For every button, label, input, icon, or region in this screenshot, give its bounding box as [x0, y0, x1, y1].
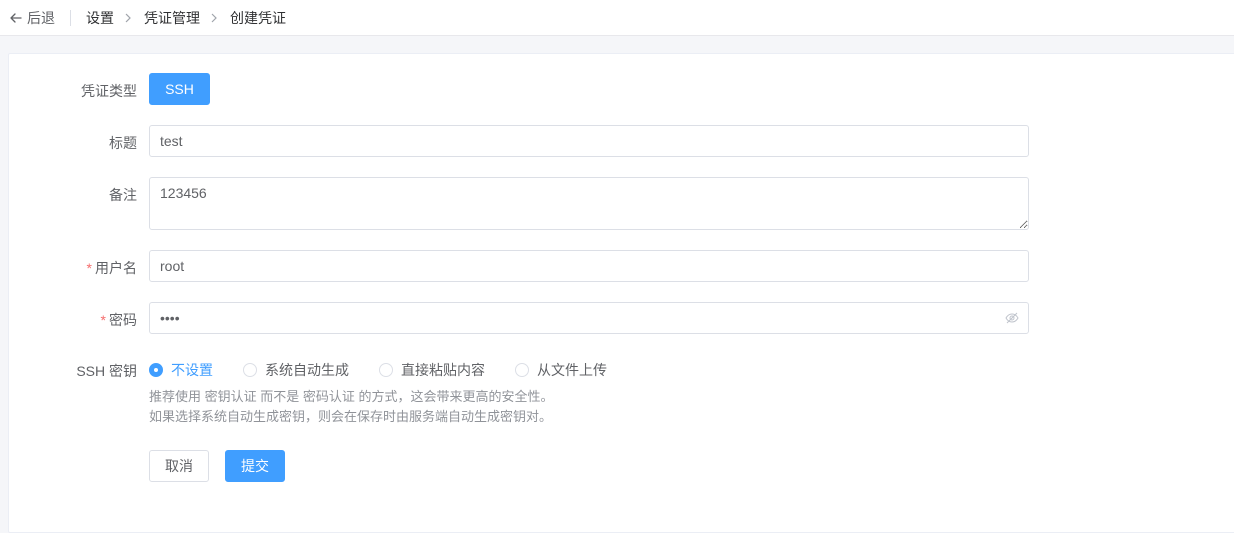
- divider: [70, 9, 71, 26]
- hint-line: 推荐使用 密钥认证 而不是 密码认证 的方式，这会带来更高的安全性。: [149, 389, 554, 404]
- radio-label: 系统自动生成: [265, 362, 349, 378]
- username-label-wrap: * 用户名: [9, 258, 137, 278]
- form-card: 凭证类型 SSH 标题 备注 123456 *用户名 *密码: [8, 53, 1234, 533]
- type-label: 凭证类型: [81, 83, 137, 99]
- password-field: [149, 302, 1029, 334]
- title-input[interactable]: [149, 125, 1029, 157]
- type-ssh-button[interactable]: SSH: [149, 73, 210, 105]
- back-button[interactable]: 后退: [9, 8, 55, 28]
- form-row-remark: 备注 123456: [9, 177, 1109, 230]
- breadcrumb-item-settings[interactable]: 设置: [86, 8, 114, 28]
- radio-dot: [379, 363, 393, 377]
- cancel-button[interactable]: 取消: [149, 450, 209, 482]
- username-label: 用户名: [95, 260, 137, 276]
- form-row-username: * 用户名: [9, 250, 1109, 282]
- radio-auto-generate[interactable]: 系统自动生成: [243, 360, 349, 380]
- username-input[interactable]: [149, 250, 1029, 282]
- required-mark: *: [86, 260, 92, 276]
- eye-off-icon[interactable]: [1005, 311, 1019, 325]
- radio-label: 不设置: [171, 362, 213, 378]
- form-actions: 取消 提交: [149, 450, 349, 482]
- ssh-key-hint: 推荐使用 密钥认证 而不是 密码认证 的方式，这会带来更高的安全性。 如果选择系…: [149, 387, 553, 427]
- password-label: 密码: [109, 312, 137, 328]
- radio-dot: [243, 363, 257, 377]
- radio-paste-content[interactable]: 直接粘贴内容: [379, 360, 485, 380]
- hint-line: 如果选择系统自动生成密钥，则会在保存时由服务端自动生成密钥对。: [149, 409, 553, 424]
- breadcrumb-item-credentials[interactable]: 凭证管理: [144, 8, 200, 28]
- chevron-right-icon: [208, 11, 222, 25]
- password-label-wrap: * 密码: [9, 310, 137, 330]
- radio-label: 直接粘贴内容: [401, 362, 485, 378]
- radio-not-set[interactable]: 不设置: [149, 360, 213, 380]
- form-row-type: 凭证类型 SSH: [9, 73, 1109, 107]
- ssh-key-radio-group: 不设置 系统自动生成 直接粘贴内容 从文件上传: [149, 360, 637, 380]
- radio-upload-file[interactable]: 从文件上传: [515, 360, 607, 380]
- form-row-password: * 密码: [9, 302, 1109, 334]
- password-input[interactable]: [149, 302, 1029, 334]
- radio-dot: [515, 363, 529, 377]
- back-label: 后退: [27, 9, 55, 26]
- radio-label: 从文件上传: [537, 362, 607, 378]
- breadcrumb-item-create: 创建凭证: [230, 9, 286, 26]
- arrow-left-icon: [10, 12, 22, 23]
- breadcrumb: 设置 凭证管理 创建凭证: [86, 8, 286, 28]
- required-mark: *: [100, 312, 106, 328]
- top-bar: 后退 设置 凭证管理 创建凭证: [0, 0, 1234, 36]
- submit-button[interactable]: 提交: [225, 450, 285, 482]
- ssh-key-label: SSH 密钥: [76, 363, 137, 379]
- title-label: 标题: [109, 135, 137, 151]
- radio-dot: [149, 363, 163, 377]
- form-row-title: 标题: [9, 125, 1109, 157]
- form-row-ssh-key: SSH 密钥 不设置 系统自动生成 直接粘贴内容 从文件上传 推荐使用 密钥认证…: [9, 360, 1109, 430]
- remark-label: 备注: [109, 187, 137, 203]
- remark-textarea[interactable]: 123456: [149, 177, 1029, 230]
- chevron-right-icon: [122, 11, 136, 25]
